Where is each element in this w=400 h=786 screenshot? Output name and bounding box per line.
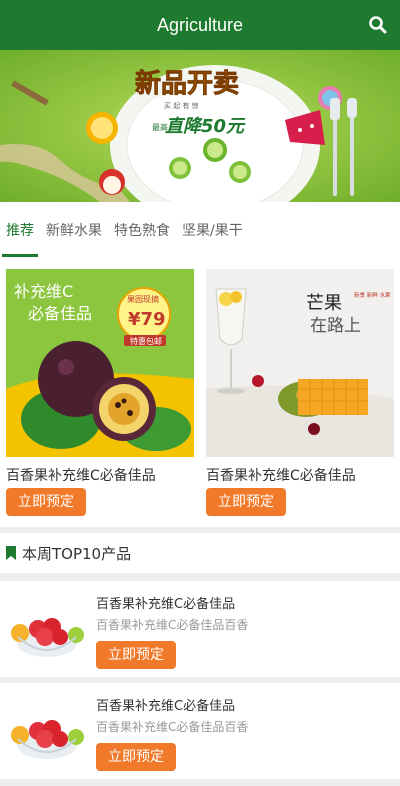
product-image-mango[interactable]: 芒果 在路上 新季 新鲜 水果 [206, 269, 394, 457]
preorder-button[interactable]: 立即预定 [96, 743, 176, 771]
tab-recommended[interactable]: 推荐 [2, 202, 38, 257]
item-title[interactable]: 百香果补充维C必备佳品 [96, 695, 235, 714]
item-description: 百香果补充维C必备佳品百香 [96, 720, 249, 734]
price-badge-price: ¥79 [128, 309, 166, 330]
search-icon[interactable] [368, 15, 388, 35]
item-description: 百香果补充维C必备佳品百香 [96, 618, 249, 632]
product-name[interactable]: 百香果补充维C必备佳品 [6, 467, 194, 485]
bookmark-icon [6, 546, 16, 560]
price-badge-bottom: 特惠包邮 [130, 336, 162, 346]
banner-headline: 新品开卖 [135, 68, 239, 99]
banner-subtext: 买 起 有 惊 [164, 101, 199, 110]
banner-discount: 直降50元 [165, 116, 246, 137]
product-thumbnail[interactable] [8, 695, 86, 767]
top-bar: Agriculture [0, 0, 400, 50]
preorder-button[interactable]: 立即预定 [6, 488, 86, 516]
tab-fresh-fruit[interactable]: 新鲜水果 [46, 202, 102, 257]
product-card[interactable]: 芒果 在路上 新季 新鲜 水果 百香果补充维C必备佳品 立即预定 [206, 269, 394, 516]
item-title[interactable]: 百香果补充维C必备佳品 [96, 593, 235, 612]
preorder-button[interactable]: 立即预定 [206, 488, 286, 516]
product-grid: 补充维C 必备佳品 果园现摘 ¥79 特惠包邮 百香果补充维C必备佳品 立即预定 [0, 257, 400, 527]
promo-banner[interactable]: 新品开卖 买 起 有 惊 最高 直降50元 [0, 50, 400, 202]
product-image-text: 在路上 [310, 316, 361, 336]
list-item[interactable]: 百香果补充维C必备佳品 百香果补充维C必备佳品百香 立即预定 [0, 683, 400, 779]
product-image-passion-fruit[interactable]: 补充维C 必备佳品 果园现摘 ¥79 特惠包邮 [6, 269, 194, 457]
product-image-small-text: 新季 新鲜 水果 [354, 291, 391, 299]
product-image-text: 芒果 [306, 293, 342, 314]
preorder-button[interactable]: 立即预定 [96, 641, 176, 669]
section-title: 本周TOP10产品 [22, 544, 132, 563]
category-tabs: 推荐 新鲜水果 特色熟食 坚果/果干 [0, 202, 400, 257]
app-title: Agriculture [156, 14, 244, 35]
product-thumbnail[interactable] [8, 593, 86, 665]
product-card[interactable]: 补充维C 必备佳品 果园现摘 ¥79 特惠包邮 百香果补充维C必备佳品 立即预定 [6, 269, 194, 516]
price-badge-top: 果园现摘 [127, 294, 159, 304]
section-header-top10: 本周TOP10产品 [0, 533, 400, 573]
product-image-text: 必备佳品 [28, 304, 92, 323]
list-item[interactable]: 百香果补充维C必备佳品 百香果补充维C必备佳品百香 立即预定 [0, 581, 400, 677]
product-image-text: 补充维C [14, 282, 73, 301]
product-name[interactable]: 百香果补充维C必备佳品 [206, 467, 394, 485]
tab-nuts-dried-fruit[interactable]: 坚果/果干 [182, 202, 243, 257]
tab-specialty-food[interactable]: 特色熟食 [114, 202, 170, 257]
